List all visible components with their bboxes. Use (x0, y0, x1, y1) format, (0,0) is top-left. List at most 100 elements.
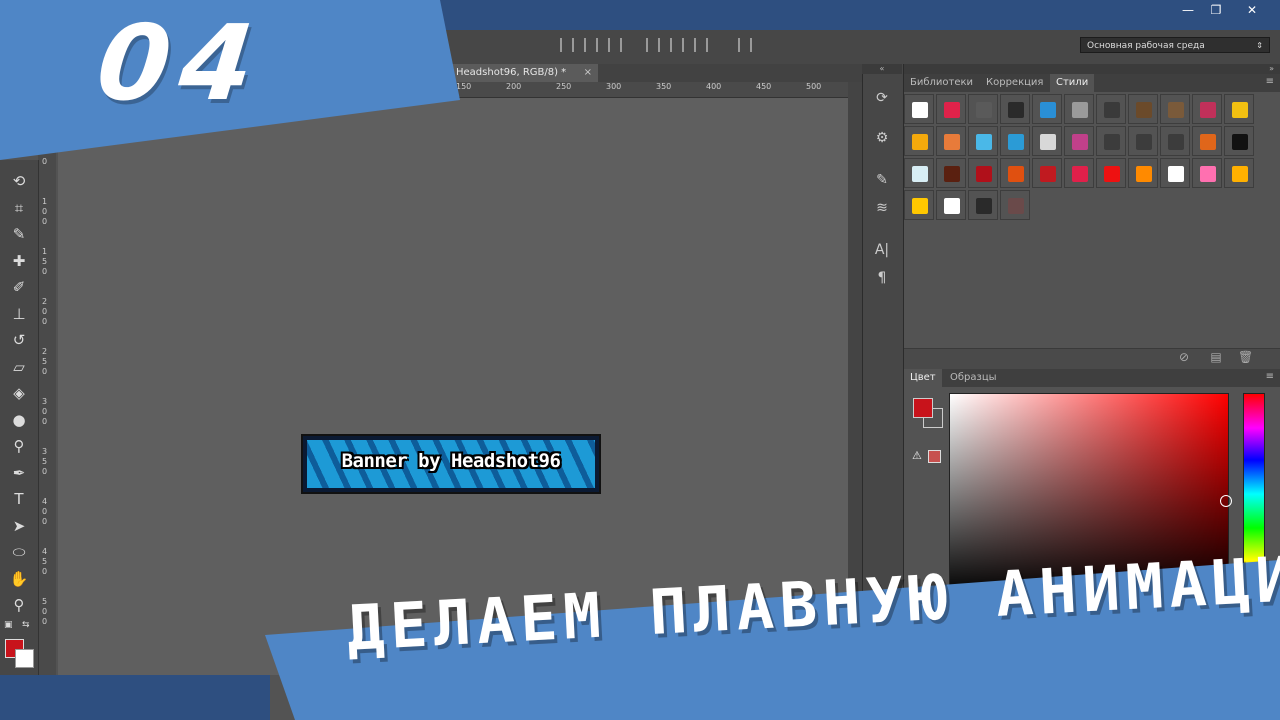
collapse-panels-icon[interactable]: » (1269, 64, 1274, 74)
style-swatch[interactable] (904, 158, 934, 188)
brush-panel-icon[interactable]: ✎ (872, 170, 892, 190)
style-swatch[interactable] (1224, 126, 1254, 156)
style-swatch[interactable] (1096, 94, 1126, 124)
styles-tab[interactable]: Библиотеки (904, 74, 979, 92)
new-style-icon[interactable]: ▤ (1209, 350, 1223, 364)
ruler-tick-label: 200 (42, 297, 48, 326)
color-picker-cursor[interactable] (1220, 495, 1232, 507)
align-bottom-icon[interactable] (608, 38, 622, 52)
color-panel-menu-icon[interactable]: ≡ (1266, 371, 1274, 382)
character-panel-icon[interactable]: A| (872, 240, 892, 260)
eraser-tool-icon[interactable]: ▱ (8, 356, 30, 378)
dodge-tool-icon[interactable]: ⚲ (8, 435, 30, 457)
style-swatch[interactable] (1032, 126, 1062, 156)
panel-menu-icon[interactable]: ≡ (1266, 76, 1274, 87)
clone-stamp-icon[interactable]: ⊥ (8, 303, 30, 325)
close-window-button[interactable]: ✕ (1240, 2, 1264, 18)
background-color-swatch[interactable] (15, 649, 34, 668)
ruler-tick-label: 400 (42, 497, 48, 526)
paragraph-panel-icon[interactable]: ¶ (872, 268, 892, 288)
out-of-gamut-warning-icon[interactable]: ⚠ (912, 449, 922, 462)
delete-style-icon[interactable]: 🗑 (1238, 350, 1253, 364)
style-swatch-preview (976, 134, 992, 150)
style-swatch[interactable] (1064, 158, 1094, 188)
document-tab[interactable]: Headshot96, RGB/8) * × (450, 64, 598, 82)
style-swatch[interactable] (1192, 158, 1222, 188)
history-panel-icon[interactable]: ⟳ (872, 88, 892, 108)
style-swatch-preview (1008, 134, 1024, 150)
style-swatch[interactable] (1192, 94, 1222, 124)
style-swatch[interactable] (1096, 126, 1126, 156)
brush-tool-icon[interactable]: ✐ (8, 276, 30, 298)
color-panel-foreground-swatch[interactable] (913, 398, 933, 418)
style-swatch[interactable] (1128, 94, 1158, 124)
style-swatch[interactable] (1000, 158, 1030, 188)
style-swatch[interactable] (1000, 94, 1030, 124)
style-swatch[interactable] (1064, 126, 1094, 156)
type-tool-icon[interactable]: T (8, 488, 30, 510)
style-swatch[interactable] (1064, 94, 1094, 124)
style-swatch[interactable] (1224, 158, 1254, 188)
healing-brush-icon[interactable]: ✚ (8, 250, 30, 272)
style-swatch[interactable] (904, 126, 934, 156)
style-swatch[interactable] (1160, 126, 1190, 156)
align-center-icon[interactable] (670, 38, 684, 52)
styles-tab[interactable]: Стили (1050, 74, 1095, 92)
gamut-correction-swatch[interactable] (928, 450, 941, 463)
align-top-icon[interactable] (560, 38, 574, 52)
style-swatch[interactable] (1160, 94, 1190, 124)
ruler-tick-label: 450 (42, 547, 48, 576)
history-brush-icon[interactable]: ↺ (8, 329, 30, 351)
style-swatch[interactable] (1096, 158, 1126, 188)
brush-presets-icon[interactable]: ≋ (872, 198, 892, 218)
style-swatch[interactable] (1128, 126, 1158, 156)
style-swatch[interactable] (1032, 94, 1062, 124)
style-swatch[interactable] (968, 94, 998, 124)
style-swatch[interactable] (1160, 158, 1190, 188)
collapse-dock-icon[interactable]: « (862, 64, 902, 74)
style-swatch[interactable] (936, 94, 966, 124)
align-right-icon[interactable] (694, 38, 708, 52)
style-swatch[interactable] (936, 158, 966, 188)
paint-bucket-icon[interactable]: ◈ (8, 382, 30, 404)
eyedropper-tool-icon[interactable]: ✎ (8, 223, 30, 245)
style-swatch[interactable] (936, 126, 966, 156)
pen-tool-icon[interactable]: ✒ (8, 462, 30, 484)
style-swatch[interactable] (1192, 126, 1222, 156)
blur-tool-icon[interactable]: ● (8, 409, 30, 431)
style-swatch-preview (976, 198, 992, 214)
style-swatch[interactable] (968, 126, 998, 156)
default-colors-icon[interactable]: ▣ (4, 620, 14, 630)
zoom-tool-icon[interactable]: ⚲ (8, 594, 30, 616)
styles-tab[interactable]: Коррекция (980, 74, 1049, 92)
distribute-icon[interactable] (738, 38, 752, 52)
style-swatch[interactable] (968, 190, 998, 220)
swap-colors-icon[interactable]: ⇆ (22, 620, 32, 630)
align-left-icon[interactable] (646, 38, 660, 52)
hand-tool-icon[interactable]: ✋ (8, 568, 30, 590)
style-swatch[interactable] (1128, 158, 1158, 188)
style-swatch[interactable] (1224, 94, 1254, 124)
workspace-select[interactable]: Основная рабочая среда ⇕ (1080, 37, 1270, 53)
style-swatch[interactable] (1000, 126, 1030, 156)
color-tab[interactable]: Цвет (904, 369, 942, 387)
close-tab-icon[interactable]: × (584, 64, 592, 82)
style-swatch[interactable] (904, 94, 934, 124)
style-swatch[interactable] (968, 158, 998, 188)
align-middle-icon[interactable] (584, 38, 598, 52)
path-selection-icon[interactable]: ➤ (8, 515, 30, 537)
maximize-button[interactable]: ❐ (1204, 2, 1228, 18)
style-swatch[interactable] (1000, 190, 1030, 220)
style-swatch[interactable] (904, 190, 934, 220)
color-tab[interactable]: Образцы (944, 369, 1003, 387)
minimize-button[interactable]: — (1176, 2, 1200, 18)
style-swatch[interactable] (1032, 158, 1062, 188)
clear-style-icon[interactable]: ⊘ (1177, 350, 1191, 364)
style-swatch[interactable] (936, 190, 966, 220)
actions-panel-icon[interactable]: ⚙ (872, 128, 892, 148)
ruler-tick-label: 150 (456, 82, 472, 91)
style-swatch-preview (1136, 166, 1152, 182)
crop-tool-icon[interactable]: ⌗ (8, 197, 30, 219)
ellipse-tool-icon[interactable]: ⬭ (8, 541, 30, 563)
lasso-tool-icon[interactable]: ⟲ (8, 170, 30, 192)
